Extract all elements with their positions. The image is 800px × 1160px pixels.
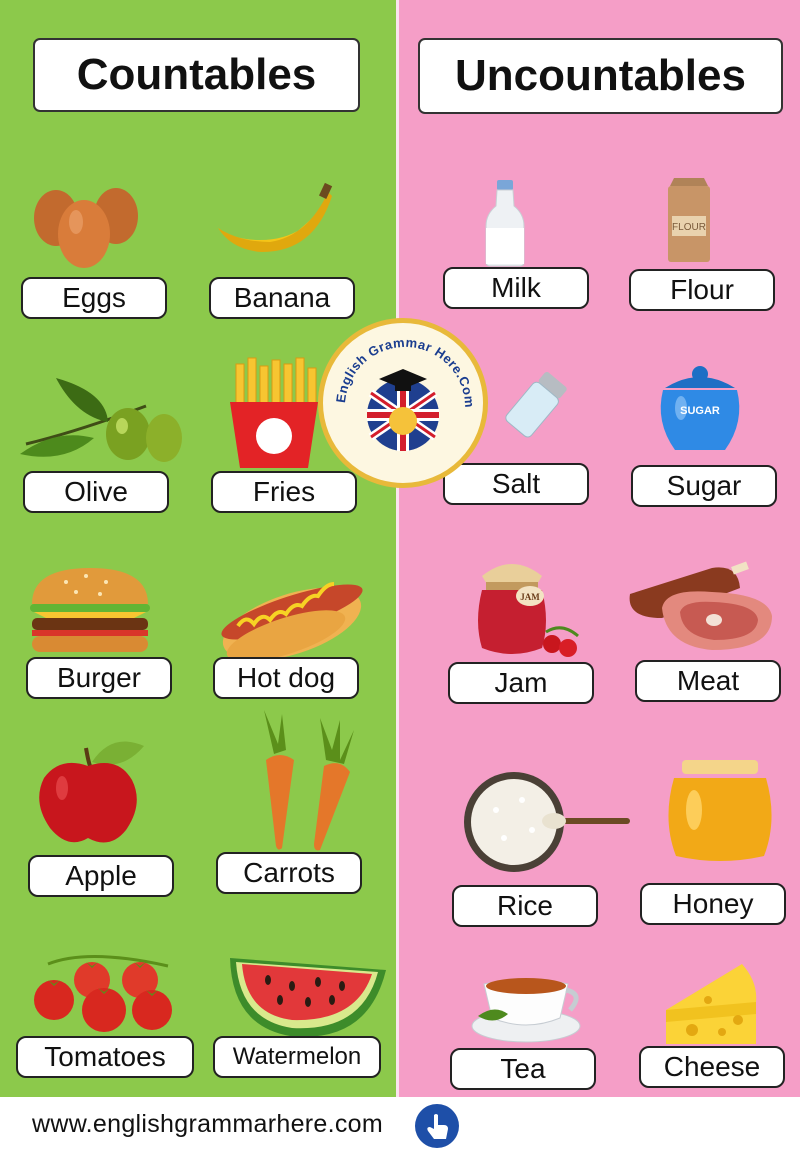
meat-icon <box>629 561 772 650</box>
olive-icon <box>20 378 182 462</box>
flour-icon: FLOUR <box>668 178 710 262</box>
label-tea: Tea <box>450 1048 596 1090</box>
countables-panel <box>0 0 397 1097</box>
jam-package-text: JAM <box>520 592 540 602</box>
jam-icon: JAM <box>478 564 579 657</box>
graduation-flag-logo-icon <box>367 369 439 451</box>
uncountables-header: Uncountables <box>418 38 783 114</box>
hotdog-icon <box>221 582 363 662</box>
fries-icon <box>230 357 318 468</box>
label-rice: Rice <box>452 885 598 927</box>
label-hotdog: Hot dog <box>213 657 359 699</box>
label-tomatoes: Tomatoes <box>16 1036 194 1078</box>
label-eggs: Eggs <box>21 277 167 319</box>
flour-package-text: FLOUR <box>672 222 706 233</box>
label-sugar: Sugar <box>631 465 777 507</box>
banana-icon <box>218 182 333 252</box>
label-honey: Honey <box>640 883 786 925</box>
footer-url[interactable]: www.englishgrammarhere.com <box>32 1110 383 1139</box>
label-burger: Burger <box>26 657 172 699</box>
cheese-icon <box>666 964 757 1044</box>
label-milk: Milk <box>443 267 589 309</box>
label-carrots: Carrots <box>216 852 362 894</box>
label-olive: Olive <box>23 471 169 513</box>
label-jam: Jam <box>448 662 594 704</box>
salt-icon <box>505 371 567 438</box>
uncountables-panel <box>397 0 800 1097</box>
sugar-icon: SUGAR <box>660 366 740 450</box>
label-banana: Banana <box>209 277 355 319</box>
rice-icon <box>464 772 630 872</box>
sugar-package-text: SUGAR <box>680 405 720 417</box>
label-watermelon: Watermelon <box>213 1036 381 1078</box>
watermelon-icon <box>230 958 386 1037</box>
label-meat: Meat <box>635 660 781 702</box>
pointing-hand-icon[interactable] <box>414 1103 460 1149</box>
carrots-icon <box>264 710 354 851</box>
burger-icon <box>30 568 150 652</box>
eggs-icon <box>34 188 138 268</box>
honey-icon <box>668 760 772 861</box>
site-logo: English Grammar Here.Com <box>318 318 488 488</box>
apple-icon <box>39 741 144 843</box>
countables-header: Countables <box>33 38 360 112</box>
label-cheese: Cheese <box>639 1046 785 1088</box>
label-apple: Apple <box>28 855 174 897</box>
panel-divider <box>396 0 399 1097</box>
tomatoes-icon <box>34 955 172 1032</box>
tea-icon <box>471 978 581 1043</box>
label-flour: Flour <box>629 269 775 311</box>
milk-icon <box>485 180 525 267</box>
